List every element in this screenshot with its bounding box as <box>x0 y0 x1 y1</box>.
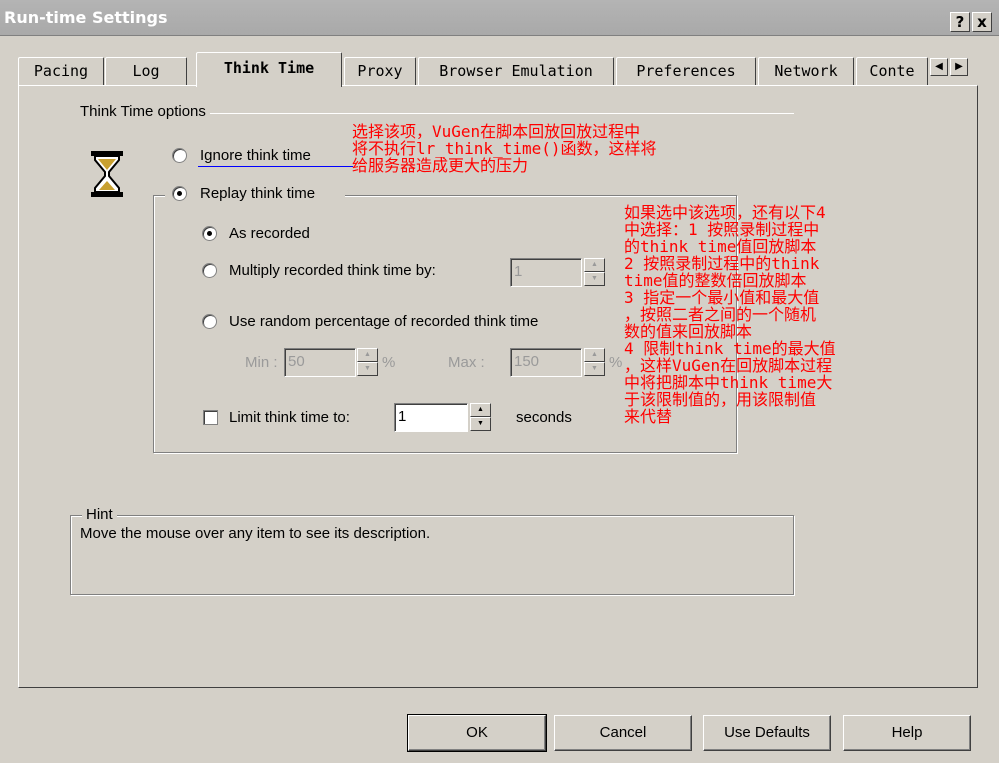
min-spinner[interactable]: ▲ ▼ <box>357 348 378 377</box>
tab-think-time[interactable]: Think Time <box>196 52 342 87</box>
close-button[interactable]: x <box>972 12 992 32</box>
max-input[interactable]: 150 <box>510 348 582 377</box>
min-label: Min : <box>245 354 278 371</box>
limit-think-time-label[interactable]: Limit think time to: <box>229 409 350 426</box>
ignore-think-time-label[interactable]: Ignore think time <box>200 147 311 164</box>
max-spinner[interactable]: ▲ ▼ <box>584 348 605 377</box>
as-recorded-label[interactable]: As recorded <box>229 225 310 242</box>
tab-browser-emulation[interactable]: Browser Emulation <box>418 57 614 86</box>
multiply-spinner[interactable]: ▲ ▼ <box>584 258 605 287</box>
tab-log[interactable]: Log <box>105 57 187 86</box>
tab-pacing[interactable]: Pacing <box>18 57 104 86</box>
limit-think-time-input[interactable]: 1 <box>394 403 468 432</box>
limit-think-time-spinner[interactable]: ▲ ▼ <box>470 403 491 432</box>
use-defaults-button[interactable]: Use Defaults <box>703 715 831 751</box>
hint-label: Hint <box>82 506 117 523</box>
max-label: Max : <box>448 354 485 371</box>
multiply-input[interactable]: 1 <box>510 258 582 287</box>
help-title-button[interactable]: ? <box>950 12 970 32</box>
cancel-button[interactable]: Cancel <box>554 715 692 751</box>
seconds-label: seconds <box>516 409 572 426</box>
tab-scroll-left-icon[interactable]: ◀ <box>930 58 948 76</box>
tab-scroll-right-icon[interactable]: ▶ <box>950 58 968 76</box>
ignore-think-time-radio[interactable] <box>172 148 187 163</box>
as-recorded-radio[interactable] <box>202 226 217 241</box>
multiply-radio[interactable] <box>202 263 217 278</box>
think-time-options-label: Think Time options <box>76 103 210 120</box>
multiply-label[interactable]: Multiply recorded think time by: <box>229 262 436 279</box>
annotation-pointer-line <box>198 166 353 167</box>
min-input[interactable]: 50 <box>284 348 356 377</box>
random-percentage-radio[interactable] <box>202 314 217 329</box>
tab-preferences[interactable]: Preferences <box>616 57 756 86</box>
random-percentage-label[interactable]: Use random percentage of recorded think … <box>229 313 538 330</box>
help-button[interactable]: Help <box>843 715 971 751</box>
tab-content[interactable]: Conte <box>856 57 928 86</box>
replay-think-time-label[interactable]: Replay think time <box>200 185 315 202</box>
replay-think-time-radio[interactable] <box>172 186 187 201</box>
title-bar: Run-time Settings ? x <box>0 0 999 36</box>
hint-text: Move the mouse over any item to see its … <box>80 525 431 542</box>
hourglass-icon <box>89 150 125 198</box>
ok-button[interactable]: OK <box>407 714 547 752</box>
tab-strip: Pacing Log Think Time Proxy Browser Emul… <box>18 52 988 87</box>
window-title: Run-time Settings <box>4 8 168 27</box>
tab-network[interactable]: Network <box>758 57 854 86</box>
tab-proxy[interactable]: Proxy <box>344 57 416 86</box>
max-percent-label: % <box>609 354 623 371</box>
limit-think-time-checkbox[interactable] <box>203 410 218 425</box>
min-percent-label: % <box>382 354 396 371</box>
